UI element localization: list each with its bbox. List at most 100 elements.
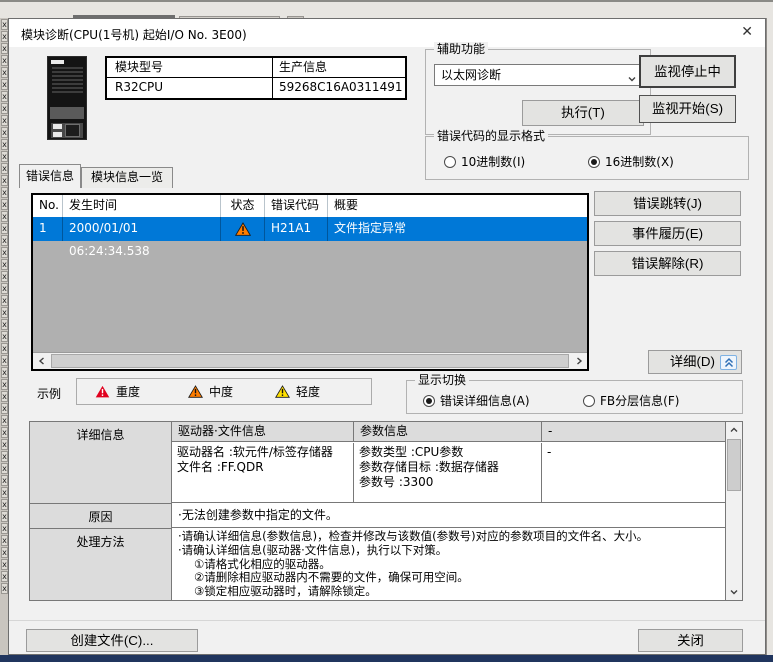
monitor-start-button[interactable]: 监视开始(S) [639, 95, 736, 123]
horizontal-scrollbar[interactable] [33, 352, 587, 369]
toolbar-x-icon[interactable]: x [1, 79, 8, 90]
toolbar-x-icon[interactable]: x [1, 487, 8, 498]
toolbar-x-icon[interactable]: x [1, 415, 8, 426]
toolbar-x-icon[interactable]: x [1, 427, 8, 438]
detail-button-label: 详细(D) [670, 351, 715, 373]
toolbar-x-icon[interactable]: x [1, 571, 8, 582]
module-connector-port [65, 124, 80, 137]
toolbar-x-icon[interactable]: x [1, 283, 8, 294]
error-clear-button[interactable]: 错误解除(R) [594, 251, 741, 276]
detail-toggle-button[interactable]: 详细(D) [648, 350, 742, 374]
file-name-line: 文件名 :FF.QDR [177, 460, 348, 475]
production-info-value: 59268C16A0311491 [273, 78, 405, 98]
toolbar-x-icon[interactable]: x [1, 199, 8, 210]
toolbar-x-icon[interactable]: x [1, 391, 8, 402]
toolbar-x-icon[interactable]: x [1, 475, 8, 486]
close-icon[interactable]: ✕ [741, 24, 753, 40]
create-file-button[interactable]: 创建文件(C)... [26, 629, 198, 652]
scrollbar-thumb[interactable] [51, 354, 569, 368]
toolbar-x-icon[interactable]: x [1, 103, 8, 114]
scrollbar-thumb[interactable] [727, 439, 741, 491]
table-row[interactable]: 1 2000/01/01 06:24:34.538 H21A1 文件指定异常 [33, 217, 587, 241]
toolbar-x-icon[interactable]: x [1, 31, 8, 42]
production-info-header: 生产信息 [273, 58, 405, 77]
toolbar-x-icon[interactable]: x [1, 163, 8, 174]
col-no: No. [33, 195, 63, 217]
toolbar-x-icon[interactable]: x [1, 247, 8, 258]
toolbar-x-icon[interactable]: x [1, 343, 8, 354]
error-list-header: No. 发生时间 状态 错误代码 概要 [33, 195, 587, 217]
event-history-button[interactable]: 事件履历(E) [594, 221, 741, 246]
toolbar-x-icon[interactable]: x [1, 271, 8, 282]
toolbar-x-icon[interactable]: x [1, 403, 8, 414]
module-diagnostics-dialog: 模块诊断(CPU(1号机) 起始I/O No. 3E00) ✕ 模块型号 生产信… [8, 18, 766, 655]
toolbar-x-icon[interactable]: x [1, 91, 8, 102]
radio-error-detail-info[interactable]: 错误详细信息(A) [423, 392, 530, 409]
detail-info-subheaders: 驱动器·文件信息 参数信息 - [172, 422, 726, 442]
toolbar-x-icon[interactable]: x [1, 511, 8, 522]
toolbar-x-icon[interactable]: x [1, 19, 8, 30]
tab-error-info[interactable]: 错误信息 [19, 164, 81, 188]
vertical-scrollbar[interactable] [725, 422, 742, 600]
toolbar-x-icon[interactable]: x [1, 295, 8, 306]
execute-button[interactable]: 执行(T) [522, 100, 644, 126]
toolbar-x-icon[interactable]: x [1, 139, 8, 150]
error-jump-button[interactable]: 错误跳转(J) [594, 191, 741, 216]
aux-functions-group: 辅助功能 以太网诊断 执行(T) [425, 49, 651, 135]
param-storage-line: 参数存储目标 :数据存储器 [359, 460, 536, 475]
toolbar-x-icon[interactable]: x [1, 43, 8, 54]
toolbar-x-icon[interactable]: x [1, 115, 8, 126]
action-line: ·请确认详细信息(驱动器·文件信息)，执行以下对策。 [178, 544, 720, 558]
toolbar-x-icon[interactable]: x [1, 67, 8, 78]
radio-icon [583, 395, 595, 407]
toolbar-x-icon[interactable]: x [1, 235, 8, 246]
toolbar-x-icon[interactable]: x [1, 559, 8, 570]
toolbar-x-icon[interactable]: x [1, 499, 8, 510]
toolbar-x-icon[interactable]: x [1, 331, 8, 342]
toolbar-x-icon[interactable]: x [1, 307, 8, 318]
toolbar-x-icon[interactable]: x [1, 259, 8, 270]
module-model-value: R32CPU [107, 78, 273, 98]
toolbar-x-icon[interactable]: x [1, 355, 8, 366]
module-connector-decor [51, 123, 83, 138]
toolbar-x-icon[interactable]: x [1, 187, 8, 198]
param-no-line: 参数号 :3300 [359, 475, 536, 490]
radio-fb-hierarchy[interactable]: FB分层信息(F) [583, 392, 679, 409]
toolbar-x-icon[interactable]: x [1, 583, 8, 594]
scroll-down-icon[interactable] [726, 584, 742, 600]
warning-moderate-icon [235, 222, 251, 236]
scroll-up-icon[interactable] [726, 422, 742, 438]
toolbar-x-icon[interactable]: x [1, 367, 8, 378]
row-code: H21A1 [265, 217, 328, 241]
toolbar-x-icon[interactable]: x [1, 151, 8, 162]
aux-function-select[interactable]: 以太网诊断 [434, 64, 644, 86]
toolbar-x-icon[interactable]: x [1, 523, 8, 534]
legend-moderate: 中度 [188, 383, 233, 400]
radio-decimal[interactable]: 10进制数(I) [444, 153, 525, 170]
warning-moderate-icon [188, 385, 203, 398]
toolbar-x-icon[interactable]: x [1, 319, 8, 330]
toolbar-x-icon[interactable]: x [1, 175, 8, 186]
scroll-right-icon[interactable] [570, 353, 587, 369]
toolbar-x-icon[interactable]: x [1, 211, 8, 222]
toolbar-x-icon[interactable]: x [1, 439, 8, 450]
toolbar-x-icon[interactable]: x [1, 451, 8, 462]
scroll-left-icon[interactable] [33, 353, 50, 369]
chevron-down-icon [627, 70, 637, 90]
toolbar-x-icon[interactable]: x [1, 55, 8, 66]
module-model-header: 模块型号 [107, 58, 273, 77]
close-button[interactable]: 关闭 [638, 629, 743, 652]
toolbar-x-icon[interactable]: x [1, 535, 8, 546]
radio-error-detail-label: 错误详细信息(A) [440, 392, 530, 409]
detail-table-content: 驱动器·文件信息 参数信息 - 驱动器名 :软元件/标签存储器 文件名 :FF.… [172, 422, 726, 600]
toolbar-x-icon[interactable]: x [1, 463, 8, 474]
toolbar-x-icon[interactable]: x [1, 223, 8, 234]
background-status-bar [0, 655, 773, 662]
toolbar-x-icon[interactable]: x [1, 127, 8, 138]
toolbar-x-icon[interactable]: x [1, 547, 8, 558]
tab-module-info-list[interactable]: 模块信息一览 [81, 167, 173, 188]
radio-hexadecimal[interactable]: 16进制数(X) [588, 153, 674, 170]
monitor-stop-button[interactable]: 监视停止中 [639, 55, 736, 88]
toolbar-x-icon[interactable]: x [1, 379, 8, 390]
radio-checked-icon [423, 395, 435, 407]
